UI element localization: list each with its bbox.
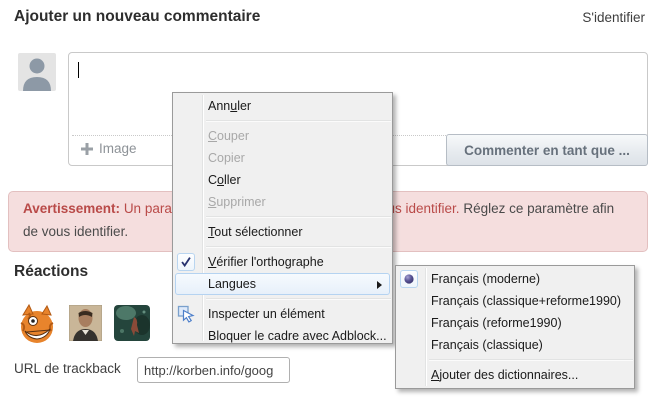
menu-item-label: Tout sélectionner [208, 225, 303, 239]
menu-item-label: Inspecter un élément [208, 307, 325, 321]
user-avatar-placeholder [18, 53, 56, 91]
menu-separator [429, 359, 633, 361]
plus-icon [81, 143, 93, 155]
menu-item-couper: Couper [175, 125, 390, 147]
menu-item-label: Vérifier l'orthographe [208, 255, 324, 269]
menu-item-inspecter-element[interactable]: Inspecter un élément [175, 303, 390, 325]
warning-text-fragment: Réglez ce paramètre afin [463, 201, 614, 216]
menu-item-fr-classique-reforme1990[interactable]: Français (classique+reforme1990) [398, 290, 632, 312]
menu-item-copier: Copier [175, 147, 390, 169]
warning-line2: de vous identifier. [23, 224, 128, 239]
menu-item-coller[interactable]: Coller [175, 169, 390, 191]
menu-item-label: Bloquer le cadre avec Adblock... [208, 329, 387, 343]
menu-item-label: Copier [208, 151, 245, 165]
menu-item-verifier-orthographe[interactable]: Vérifier l'orthographe [175, 251, 390, 273]
menu-item-fr-reforme1990[interactable]: Français (reforme1990) [398, 312, 632, 334]
inspect-element-icon [177, 305, 195, 323]
radio-selected-icon [400, 270, 418, 288]
cat-avatar[interactable] [17, 303, 57, 350]
menu-item-bloquer-adblock[interactable]: Bloquer le cadre avec Adblock... [175, 325, 390, 347]
warning-line1-right: ous identifier. Réglez ce paramètre afin [380, 201, 614, 216]
menu-item-label: Couper [208, 129, 249, 143]
person-icon [18, 53, 56, 91]
menu-item-label: Français (reforme1990) [431, 316, 562, 330]
menu-item-label: Coller [208, 173, 241, 187]
page-title: Ajouter un nouveau commentaire [14, 8, 260, 26]
warning-line1-left: Avertissement: Un para [23, 201, 172, 216]
menu-item-supprimer: Supprimer [175, 191, 390, 213]
menu-separator [206, 246, 391, 248]
submenu-arrow-icon [377, 281, 382, 289]
menu-item-annuler[interactable]: Annuler [175, 95, 390, 117]
menu-separator [206, 120, 391, 122]
menu-separator [206, 216, 391, 218]
add-image-label: Image [99, 141, 137, 156]
comment-as-button[interactable]: Commenter en tant que ... [446, 134, 648, 166]
menu-item-langues[interactable]: Langues [175, 273, 390, 295]
menu-item-label: Langues [208, 277, 256, 291]
languages-submenu: Français (moderne) Français (classique+re… [395, 265, 635, 389]
man-avatar[interactable] [69, 305, 102, 346]
trackback-label: URL de trackback [14, 361, 121, 376]
menu-item-tout-selectionner[interactable]: Tout sélectionner [175, 221, 390, 243]
context-menu: Annuler Couper Copier Coller Supprimer Tout s… [172, 92, 393, 344]
warning-label: Avertissement: [23, 201, 120, 216]
menu-item-fr-classique[interactable]: Français (classique) [398, 334, 632, 356]
menu-item-label: Supprimer [208, 195, 266, 209]
fantasy-avatar[interactable] [114, 305, 150, 346]
menu-item-label: Français (classique+reforme1990) [431, 294, 621, 308]
menu-item-label: Français (moderne) [431, 272, 540, 286]
menu-item-label: Annuler [208, 99, 251, 113]
menu-item-ajouter-dictionnaires[interactable]: Ajouter des dictionnaires... [398, 364, 632, 386]
menu-item-fr-moderne[interactable]: Français (moderne) [398, 268, 632, 290]
menu-item-label: Français (classique) [431, 338, 543, 352]
comment-widget-screen: Ajouter un nouveau commentaire S'identif… [0, 0, 659, 402]
signin-link[interactable]: S'identifier [582, 10, 645, 25]
reactions-heading: Réactions [14, 263, 88, 281]
text-caret [78, 62, 79, 78]
checkmark-icon [177, 253, 195, 271]
trackback-url-input[interactable] [137, 357, 290, 383]
add-image-button[interactable]: Image [81, 141, 137, 156]
warning-text-fragment: Un para [124, 201, 172, 216]
menu-separator [206, 298, 391, 300]
menu-item-label: Ajouter des dictionnaires... [431, 368, 578, 382]
